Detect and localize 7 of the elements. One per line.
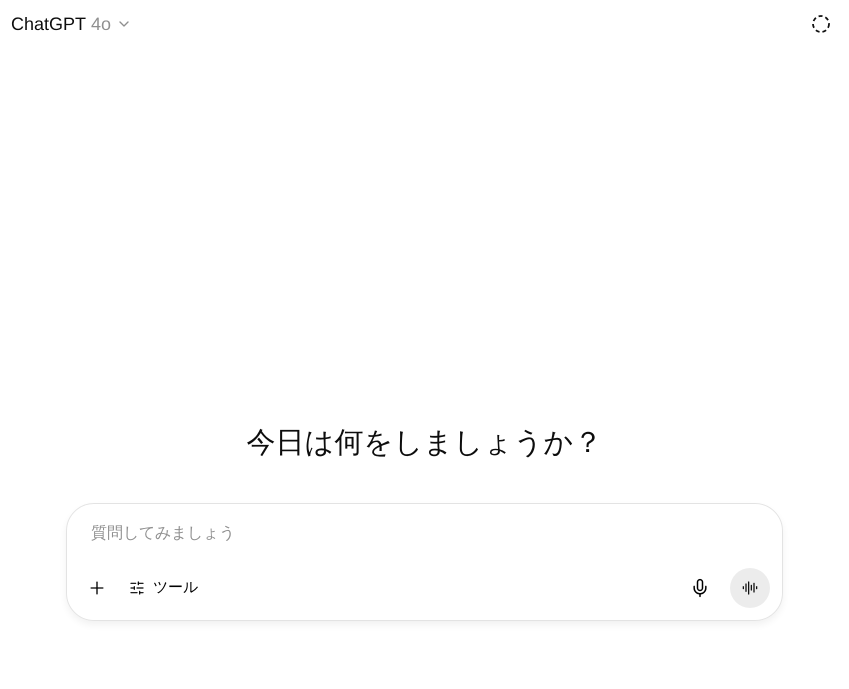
sliders-icon bbox=[129, 580, 145, 596]
greeting: 今日は何をしましょうか？ bbox=[246, 426, 604, 460]
model-selector[interactable]: ChatGPT 4o bbox=[11, 10, 132, 38]
message-input[interactable]: 質問してみましょう bbox=[91, 522, 758, 546]
sound-wave-icon bbox=[742, 580, 758, 596]
tools-button[interactable]: ツール bbox=[121, 570, 206, 606]
voice-mode-button[interactable] bbox=[730, 568, 770, 608]
